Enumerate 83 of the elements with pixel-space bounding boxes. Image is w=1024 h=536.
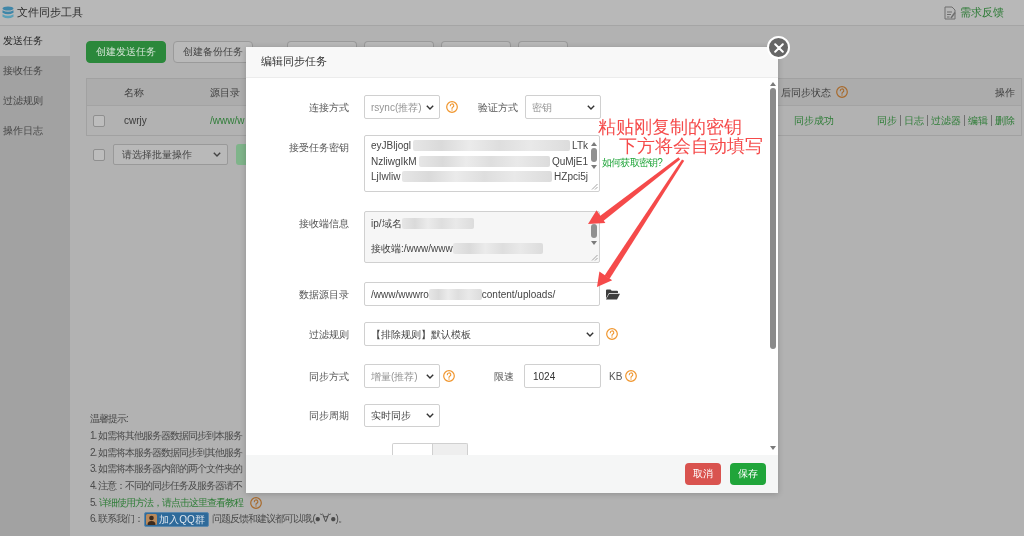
document-edit-icon <box>944 5 956 20</box>
key-textarea[interactable]: eyJBljogl LTk NzliwgIkM QuMjE1 LjIwliw HZpci5j <box>364 135 600 192</box>
toolbar-button[interactable] <box>287 41 357 47</box>
app-title: 文件同步工具 <box>17 5 83 20</box>
caret-up-icon[interactable] <box>770 82 776 86</box>
action-link[interactable]: 过滤器 <box>931 114 961 127</box>
batch-apply-button[interactable] <box>236 144 246 165</box>
speed-limit-input[interactable]: 1024 <box>524 364 601 388</box>
chevron-down-icon <box>213 152 221 157</box>
caret-down-icon[interactable] <box>770 446 776 450</box>
annotation-text: 粘贴刚复制的密钥 <box>598 118 742 137</box>
tips-title: 温馨提示: <box>90 412 128 427</box>
source-dir-field[interactable]: /www/wwwro content/uploads/ <box>364 282 600 306</box>
caret-up-icon[interactable] <box>591 142 597 146</box>
action-link[interactable]: 编辑 <box>968 114 988 127</box>
chevron-down-icon <box>587 104 595 110</box>
field-label: 连接方式 <box>308 100 349 114</box>
filter-select[interactable]: 【排除规则】默认模板 <box>364 322 600 346</box>
annotation-text: 下方将会自动填写 <box>619 137 763 156</box>
toolbar-button[interactable] <box>518 41 568 47</box>
column-header: 源目录 <box>210 85 240 99</box>
chevron-down-icon <box>426 373 434 379</box>
avatar-icon <box>146 514 158 526</box>
sync-status: 同步成功 <box>794 114 834 127</box>
join-group-button[interactable]: 加入QQ群 <box>144 512 209 528</box>
field-label: 验证方式 <box>478 100 518 114</box>
select-all-checkbox[interactable] <box>93 148 105 161</box>
tip-text: 4. 注意：不同的同步任务及服务器请不 <box>90 478 243 493</box>
receiver-textarea[interactable]: ip/域名 接收端:/www/www <box>364 211 600 263</box>
caret-down-icon[interactable] <box>591 165 597 169</box>
tip-text: 问题反馈和建议都可以哦.(●ˇ∀ˇ●)。 <box>211 512 347 527</box>
field-label: 同步方式 <box>308 369 349 383</box>
field-label: 接受任务密钥 <box>288 141 349 154</box>
chevron-down-icon <box>426 104 434 110</box>
scrollbar-thumb[interactable] <box>591 224 597 238</box>
action-link[interactable]: 日志 <box>904 114 924 127</box>
chevron-down-icon <box>426 413 434 418</box>
sync-cycle-select[interactable]: 实时同步 <box>364 404 440 427</box>
field-label: 过滤规则 <box>308 327 349 341</box>
table-cell: cwrjy <box>124 114 147 127</box>
toolbar-button[interactable] <box>364 41 434 47</box>
scrollbar-thumb[interactable] <box>591 148 597 162</box>
dialog-title: 编辑同步任务 <box>261 55 327 69</box>
scrollbar-thumb[interactable] <box>770 88 776 349</box>
folder-icon[interactable] <box>606 288 620 300</box>
tip-text: 2. 如需将本服务器数据同步到其他服务 <box>90 445 243 460</box>
tip-text: 5. <box>90 495 97 510</box>
field-label: 数据源目录 <box>298 287 349 301</box>
help-icon[interactable] <box>625 370 638 382</box>
action-link[interactable]: 删除 <box>995 114 1015 127</box>
path-link[interactable]: /www/w <box>210 114 245 127</box>
unit-label: KB <box>609 369 623 383</box>
database-icon <box>2 6 14 19</box>
batch-select[interactable]: 请选择批量操作 <box>113 144 228 165</box>
tip-text: 3. 如需将本服务器内部的两个文件夹的 <box>90 462 243 477</box>
help-icon[interactable] <box>606 328 618 340</box>
tutorial-link[interactable]: 详细使用方法，请点击这里查看教程 <box>99 494 244 512</box>
field-label: 接收端信息 <box>298 217 349 230</box>
field-label: 限速 <box>494 369 514 383</box>
column-header: 后同步状态 <box>781 85 831 99</box>
toolbar-button[interactable]: 创建发送任务 <box>86 41 166 63</box>
help-icon[interactable] <box>250 496 263 509</box>
toolbar-button[interactable] <box>441 41 511 47</box>
close-button[interactable] <box>767 36 790 59</box>
caret-down-icon[interactable] <box>591 241 597 245</box>
help-link[interactable]: 如何获取密钥? <box>602 156 662 169</box>
column-header: 名称 <box>124 85 144 99</box>
close-icon <box>773 42 784 53</box>
feedback-link[interactable]: 需求反馈 <box>944 5 1004 20</box>
field-label: 同步周期 <box>308 409 349 422</box>
cancel-button[interactable]: 取消 <box>685 463 721 485</box>
row-checkbox[interactable] <box>93 114 105 127</box>
chevron-down-icon <box>586 331 594 337</box>
column-header: 操作 <box>995 85 1015 99</box>
resize-grip-icon[interactable] <box>590 254 598 261</box>
tip-text: 1. 如需将其他服务器数据同步到本服务 <box>90 428 243 443</box>
resize-grip-icon[interactable] <box>590 183 598 190</box>
tip-text: 6. 联系我们： <box>90 512 144 527</box>
action-link[interactable]: 同步 <box>877 114 897 127</box>
toolbar-button[interactable]: 创建备份任务 <box>173 41 253 63</box>
sidebar-item[interactable]: 发送任务 <box>0 26 70 56</box>
help-icon[interactable] <box>836 86 848 98</box>
save-button[interactable]: 保存 <box>730 463 766 485</box>
